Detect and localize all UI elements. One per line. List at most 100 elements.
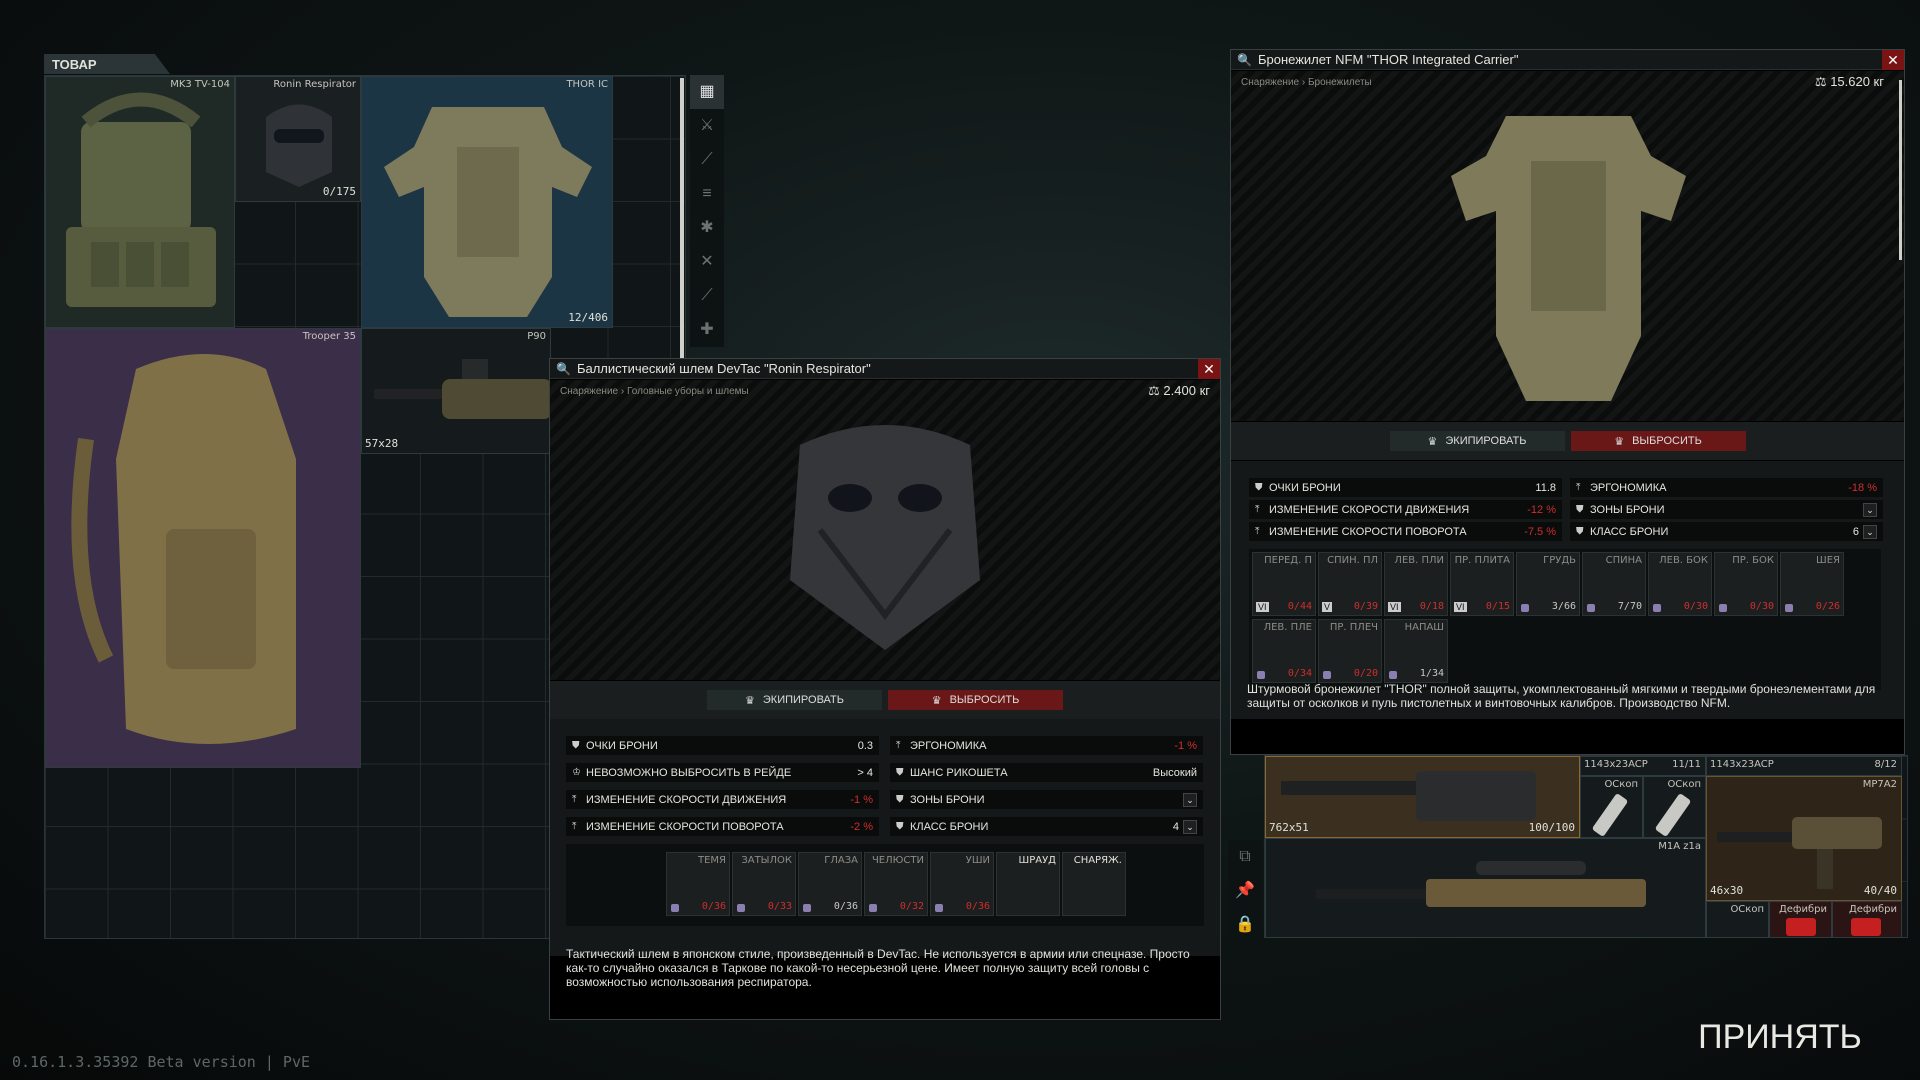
vest-window-titlebar[interactable]: 🔍 Бронежилет NFM "THOR Integrated Carrie… <box>1231 50 1904 70</box>
armor-slot-back-plate[interactable]: СПИН. ПЛ V 0/39 <box>1318 552 1382 616</box>
goods-tab[interactable]: ТОВАР <box>44 54 170 74</box>
helmet-slot-ears[interactable]: УШИ 0/36 <box>930 852 994 916</box>
vest-slots-panel: ПЕРЕД. П VI 0/44 СПИН. ПЛ V 0/39 ЛЕВ. ПЛИ VI 0… <box>1249 549 1881 690</box>
defibrillator-icon <box>1851 918 1881 936</box>
category-knife-icon[interactable]: ⟋ <box>690 143 724 177</box>
helmet-action-bar: ♛ ЭКИПИРОВАТЬ ♛ ВЫБРОСИТЬ <box>550 681 1220 719</box>
lock-icon <box>803 904 811 912</box>
armor-slot-left-plate[interactable]: ЛЕВ. ПЛИ VI 0/18 <box>1384 552 1448 616</box>
stash-sort-icon[interactable]: ⧉ <box>1228 840 1262 874</box>
category-ammo-icon[interactable]: ≡ <box>690 177 724 211</box>
chevron-down-icon[interactable]: ⌄ <box>1183 792 1197 807</box>
vest-scrollbar[interactable] <box>1899 80 1902 260</box>
category-all-icon[interactable]: ▦ <box>690 75 724 109</box>
item-mk3-rig[interactable]: MK3 TV-104 <box>45 76 235 328</box>
category-tools-icon[interactable]: ✕ <box>690 245 724 279</box>
helmet-slot-nape[interactable]: ЗАТЫЛОК 0/33 <box>732 852 796 916</box>
vest-close-button[interactable]: ✕ <box>1882 50 1904 70</box>
lock-icon <box>1521 604 1529 612</box>
chevron-down-icon[interactable]: ⌄ <box>1863 524 1877 539</box>
armor-slot-front-plate[interactable]: ПЕРЕД. П VI 0/44 <box>1252 552 1316 616</box>
stash-lock-icon[interactable]: 🔒 <box>1228 908 1262 942</box>
helmet-window-titlebar[interactable]: 🔍 Баллистический шлем DevTac "Ronin Resp… <box>550 359 1220 379</box>
helmet-stat-move-speed: ⤒ ИЗМЕНЕНИЕ СКОРОСТИ ДВИЖЕНИЯ -1 % <box>566 790 879 809</box>
rifle-icon <box>374 359 550 419</box>
goods-scrollbar[interactable] <box>680 78 684 378</box>
stash-item-m60[interactable]: 762x51 100/100 <box>1265 756 1580 838</box>
helmet-slot-eyes[interactable]: ГЛАЗА 0/36 <box>798 852 862 916</box>
helmet-slot-shroud[interactable]: ШРАУД <box>996 852 1060 916</box>
stash-pin-icon[interactable]: 📌 <box>1228 874 1262 908</box>
lock-icon <box>1653 604 1661 612</box>
vest-inspect-window[interactable]: 🔍 Бронежилет NFM "THOR Integrated Carrie… <box>1230 49 1905 755</box>
stash-item-suppressor-2[interactable]: ОСкоп <box>1643 776 1706 838</box>
armor-slot-right-shoulder[interactable]: ПР. ПЛЕЧ 0/20 <box>1318 619 1382 683</box>
stash-item-mp7[interactable]: MP7A2 46x30 40/40 <box>1706 776 1902 901</box>
item-name: Trooper 35 <box>302 331 356 342</box>
item-trooper-backpack[interactable]: Trooper 35 <box>45 328 361 768</box>
stash-item-ammo-acp[interactable]: 1143x23ACP 11/11 <box>1580 756 1706 776</box>
stash-item-defibrillator-1[interactable]: Дефибри <box>1769 901 1832 938</box>
helmet-stat-armor-class[interactable]: ⛊ КЛАСС БРОНИ 4 ⌄ <box>890 817 1203 836</box>
stash-item-suppressor-1[interactable]: ОСкоп <box>1580 776 1643 838</box>
item-name: MP7A2 <box>1862 779 1897 790</box>
helmet-stat-ricochet: ⛊ ШАНС РИКОШЕТА Высокий <box>890 763 1203 782</box>
armor-slot-back[interactable]: СПИНА 7/70 <box>1582 552 1646 616</box>
helmet-stat-turn-speed: ⤒ ИЗМЕНЕНИЕ СКОРОСТИ ПОВОРОТА -2 % <box>566 817 879 836</box>
helmet-slot-jaws[interactable]: ЧЕЛЮСТИ 0/32 <box>864 852 928 916</box>
lock-icon <box>737 904 745 912</box>
vest-stat-armor-class[interactable]: ⛊ КЛАСС БРОНИ 6 ⌄ <box>1570 522 1883 541</box>
stash-item-m1a[interactable]: M1A z1a <box>1265 838 1706 938</box>
speed-icon: ⤒ <box>1255 504 1260 515</box>
category-weapons-icon[interactable]: ⚔ <box>690 109 724 143</box>
category-gear-icon[interactable]: ✱ <box>690 211 724 245</box>
helmet-stat-armor-zones[interactable]: ⛊ ЗОНЫ БРОНИ ⌄ <box>890 790 1203 809</box>
vest-stat-armor-points: ⛊ ОЧКИ БРОНИ 11.8 <box>1249 478 1562 497</box>
vest-stat-armor-zones[interactable]: ⛊ ЗОНЫ БРОНИ ⌄ <box>1570 500 1883 519</box>
shield-icon: ⛊ <box>572 740 580 751</box>
helmet-slots-panel: ТЕМЯ 0/36 ЗАТЫЛОК 0/33 ГЛАЗА 0/36 ЧЕЛЮСТИ 0/… <box>566 844 1204 926</box>
vest-equip-button[interactable]: ♛ ЭКИПИРОВАТЬ <box>1389 431 1565 451</box>
armor-slot-groin[interactable]: НАПАШ 1/34 <box>1384 619 1448 683</box>
armor-slot-right-side[interactable]: ПР. БОК 0/30 <box>1714 552 1778 616</box>
category-barter-icon[interactable]: ⟋ <box>690 279 724 313</box>
armor-slot-left-side[interactable]: ЛЕВ. БОК 0/30 <box>1648 552 1712 616</box>
item-count: 11/11 <box>1672 759 1701 770</box>
helmet-slot-equipment[interactable]: СНАРЯЖ. <box>1062 852 1126 916</box>
helmet-close-button[interactable]: ✕ <box>1198 359 1220 379</box>
armor-class-badge: VI <box>1454 602 1467 612</box>
lock-icon <box>1257 671 1265 679</box>
stash-item-ammo-acp-2[interactable]: 1143x23ACP 8/12 <box>1706 756 1902 776</box>
helmet-equip-button[interactable]: ♛ ЭКИПИРОВАТЬ <box>707 690 882 710</box>
item-ammo-count: 100/100 <box>1528 821 1575 834</box>
weight-icon: ⚖ <box>1814 74 1831 89</box>
armor-slot-neck[interactable]: ШЕЯ 0/26 <box>1780 552 1844 616</box>
shield-icon: ⛊ <box>896 821 904 832</box>
helmet-stat-armor-points: ⛊ ОЧКИ БРОНИ 0.3 <box>566 736 879 755</box>
helmet-inspect-window[interactable]: 🔍 Баллистический шлем DevTac "Ronin Resp… <box>549 358 1221 1020</box>
category-medical-icon[interactable]: ✚ <box>690 313 724 347</box>
search-icon: 🔍 <box>556 361 571 376</box>
helmet-description: Тактический шлем в японском стиле, произ… <box>566 947 1190 989</box>
item-ronin-helmet[interactable]: Ronin Respirator 0/175 <box>235 76 361 202</box>
equip-label: ЭКИПИРОВАТЬ <box>762 694 844 706</box>
item-name: 1143x23ACP <box>1584 759 1648 770</box>
item-durability: 12/406 <box>568 311 608 324</box>
chevron-down-icon[interactable]: ⌄ <box>1863 502 1877 517</box>
item-p90[interactable]: P90 57x28 <box>361 328 551 454</box>
weight-icon: ⚖ <box>1148 383 1164 398</box>
item-thor-vest[interactable]: THOR IC 12/406 <box>361 76 613 328</box>
vest-drop-button[interactable]: ♛ ВЫБРОСИТЬ <box>1570 431 1746 451</box>
stash-item-defibrillator-2[interactable]: Дефибри <box>1832 901 1902 938</box>
stash-item-suppressor-3[interactable]: ОСкоп <box>1706 901 1769 938</box>
accept-button[interactable]: ПРИНЯТЬ <box>1680 1012 1880 1062</box>
chevron-down-icon[interactable]: ⌄ <box>1183 819 1197 834</box>
armor-slot-left-shoulder[interactable]: ЛЕВ. ПЛЕ 0/34 <box>1252 619 1316 683</box>
helmet-drop-button[interactable]: ♛ ВЫБРОСИТЬ <box>888 690 1063 710</box>
vest-weight-value: 15.620 кг <box>1830 74 1884 89</box>
helmet-slot-top[interactable]: ТЕМЯ 0/36 <box>666 852 730 916</box>
item-name: ОСкоп <box>1730 904 1764 915</box>
armor-slot-right-plate[interactable]: ПР. ПЛИТА VI 0/15 <box>1450 552 1514 616</box>
search-icon: 🔍 <box>1237 52 1252 67</box>
armor-slot-chest[interactable]: ГРУДЬ 3/66 <box>1516 552 1580 616</box>
